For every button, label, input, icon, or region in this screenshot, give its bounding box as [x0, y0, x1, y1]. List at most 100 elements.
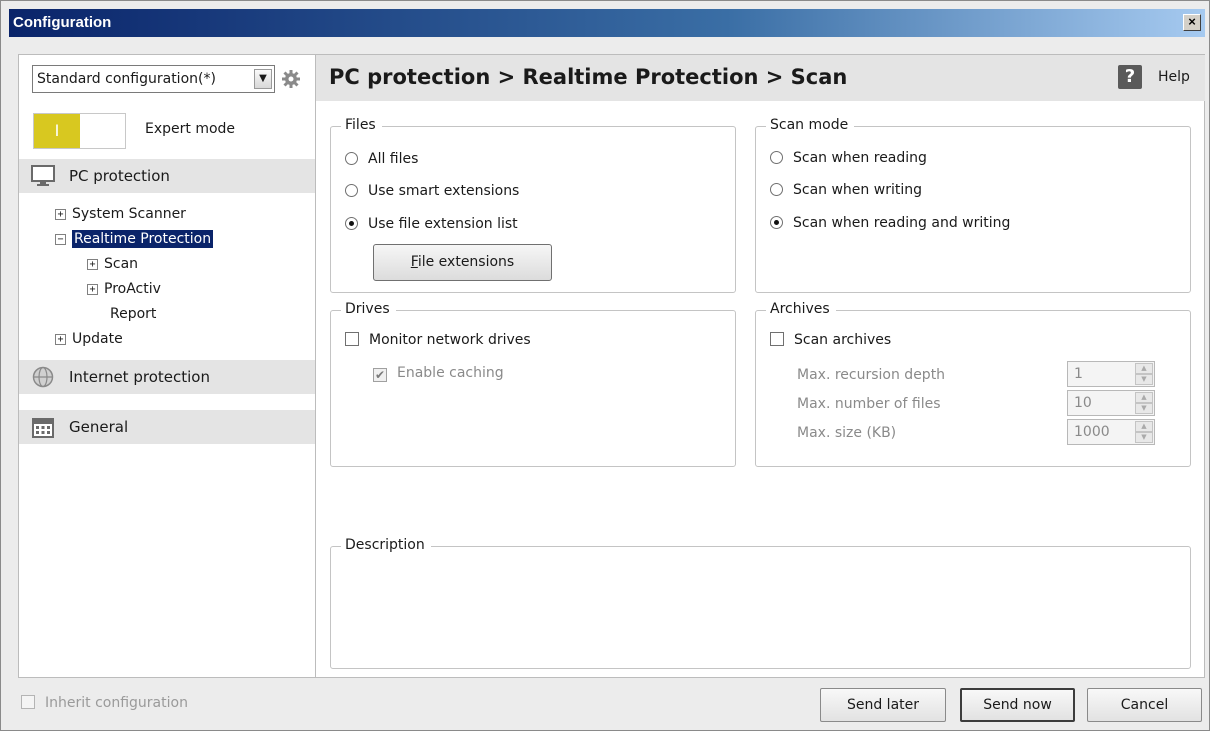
expert-mode-toggle[interactable]: I — [33, 113, 126, 149]
radio-use-file-extension-list[interactable]: Use file extension list — [345, 213, 518, 235]
cancel-button[interactable]: Cancel — [1087, 688, 1202, 722]
description-group-title: Description — [341, 537, 431, 553]
spin-up-icon: ▲ — [1135, 421, 1153, 432]
spin-buttons: ▲ ▼ — [1135, 363, 1153, 385]
tree-item-label: ProActiv — [104, 281, 161, 297]
collapse-icon[interactable]: − — [55, 234, 66, 245]
section-label: PC protection — [69, 167, 170, 185]
expand-icon[interactable]: + — [87, 259, 98, 270]
checkbox-disabled — [21, 695, 35, 709]
tree-item-realtime-protection[interactable]: − Realtime Protection — [55, 228, 214, 250]
scan-mode-group-title: Scan mode — [766, 117, 855, 133]
tree-item-system-scanner[interactable]: + System Scanner — [55, 203, 186, 225]
tree-item-report[interactable]: Report — [110, 303, 156, 325]
drives-group: Drives Monitor network drives ✔ Enable ca… — [330, 301, 736, 467]
tree-item-label: Realtime Protection — [72, 230, 214, 248]
checkbox-label: Monitor network drives — [369, 332, 531, 348]
tree-item-scan[interactable]: + Scan — [87, 253, 138, 275]
radio-label: All files — [368, 151, 419, 167]
radio-scan-when-reading-and-writing[interactable]: Scan when reading and writing — [770, 212, 1010, 234]
files-group-title: Files — [341, 117, 382, 133]
spin-buttons: ▲ ▼ — [1135, 392, 1153, 414]
radio-scan-when-reading[interactable]: Scan when reading — [770, 147, 927, 169]
send-now-button[interactable]: Send now — [960, 688, 1075, 722]
radio-button[interactable] — [770, 151, 783, 164]
radio-label: Scan when reading and writing — [793, 215, 1011, 231]
enable-caching-checkbox: ✔ Enable caching — [373, 362, 504, 384]
checkbox-label: Scan archives — [794, 332, 892, 348]
chevron-down-icon[interactable]: ▼ — [254, 69, 272, 89]
files-group: Files All files Use smart extensions Use… — [330, 117, 736, 293]
radio-label: Scan when writing — [793, 182, 922, 198]
checkbox[interactable] — [770, 332, 784, 346]
expand-icon[interactable]: + — [55, 209, 66, 220]
radio-button[interactable] — [345, 184, 358, 197]
radio-button[interactable] — [345, 152, 358, 165]
field-value: 1000 — [1074, 424, 1110, 440]
gear-icon[interactable] — [281, 69, 301, 89]
radio-label: Scan when reading — [793, 150, 927, 166]
window-title: Configuration — [13, 14, 112, 31]
button-mnemonic: F — [410, 254, 418, 270]
close-button[interactable]: × — [1183, 14, 1201, 31]
tree-item-label: Update — [72, 331, 123, 347]
drives-group-title: Drives — [341, 301, 396, 317]
description-group: Description — [330, 537, 1191, 669]
radio-use-smart-extensions[interactable]: Use smart extensions — [345, 180, 519, 202]
expand-icon[interactable]: + — [55, 334, 66, 345]
monitor-network-drives-checkbox[interactable]: Monitor network drives — [345, 329, 531, 351]
tree-item-update[interactable]: + Update — [55, 328, 123, 350]
archives-group: Archives Scan archives Max. recursion de… — [755, 301, 1191, 467]
configuration-window: Configuration × Standard configuration(*… — [0, 0, 1210, 731]
send-later-button[interactable]: Send later — [820, 688, 946, 722]
max-size-field: 1000 ▲ ▼ — [1067, 419, 1155, 445]
help-link[interactable]: Help — [1158, 69, 1190, 85]
scan-archives-checkbox[interactable]: Scan archives — [770, 329, 891, 351]
tree-item-label: Report — [110, 306, 157, 322]
section-label: General — [69, 418, 129, 436]
tree-item-proactiv[interactable]: + ProActiv — [87, 278, 161, 300]
radio-label: Use smart extensions — [368, 183, 520, 199]
max-recursion-depth-label: Max. recursion depth — [797, 367, 946, 383]
max-size-label: Max. size (KB) — [797, 425, 897, 441]
calendar-icon — [32, 418, 54, 438]
radio-button-selected[interactable] — [345, 217, 358, 230]
content-header: PC protection > Realtime Protection > Sc… — [316, 55, 1205, 101]
field-value: 1 — [1074, 366, 1083, 382]
configuration-select[interactable]: Standard configuration(*) ▼ — [32, 65, 275, 93]
scan-mode-group: Scan mode Scan when reading Scan when wr… — [755, 117, 1191, 293]
expert-mode-label: Expert mode — [145, 121, 236, 137]
max-number-of-files-label: Max. number of files — [797, 396, 941, 412]
spin-buttons: ▲ ▼ — [1135, 421, 1153, 443]
inherit-configuration-checkbox: Inherit configuration — [21, 695, 188, 711]
checkbox-checked-disabled: ✔ — [373, 368, 387, 382]
checkbox[interactable] — [345, 332, 359, 346]
max-number-of-files-field: 10 ▲ ▼ — [1067, 390, 1155, 416]
radio-button-selected[interactable] — [770, 216, 783, 229]
spin-down-icon: ▼ — [1135, 403, 1153, 414]
tree-item-label: System Scanner — [72, 206, 186, 222]
monitor-icon — [31, 165, 55, 186]
radio-button[interactable] — [770, 183, 783, 196]
file-extensions-button[interactable]: File extensions — [373, 244, 552, 281]
checkbox-label: Inherit configuration — [45, 695, 188, 711]
section-internet-protection[interactable]: Internet protection — [19, 360, 315, 394]
archives-group-title: Archives — [766, 301, 836, 317]
spin-down-icon: ▼ — [1135, 374, 1153, 385]
spin-up-icon: ▲ — [1135, 392, 1153, 403]
radio-all-files[interactable]: All files — [345, 148, 418, 170]
title-bar: Configuration × — [9, 9, 1205, 37]
help-icon[interactable]: ? — [1118, 65, 1142, 89]
max-recursion-depth-field: 1 ▲ ▼ — [1067, 361, 1155, 387]
configuration-select-value: Standard configuration(*) — [37, 71, 216, 87]
radio-scan-when-writing[interactable]: Scan when writing — [770, 179, 922, 201]
tree-item-label: Scan — [104, 256, 139, 272]
section-pc-protection[interactable]: PC protection — [19, 159, 315, 193]
field-value: 10 — [1074, 395, 1092, 411]
expand-icon[interactable]: + — [87, 284, 98, 295]
spin-down-icon: ▼ — [1135, 432, 1153, 443]
navigation-panel: Standard configuration(*) ▼ I Expert mod… — [18, 54, 316, 678]
content-panel: PC protection > Realtime Protection > Sc… — [316, 54, 1205, 678]
globe-icon — [32, 366, 54, 388]
section-general[interactable]: General — [19, 410, 315, 444]
